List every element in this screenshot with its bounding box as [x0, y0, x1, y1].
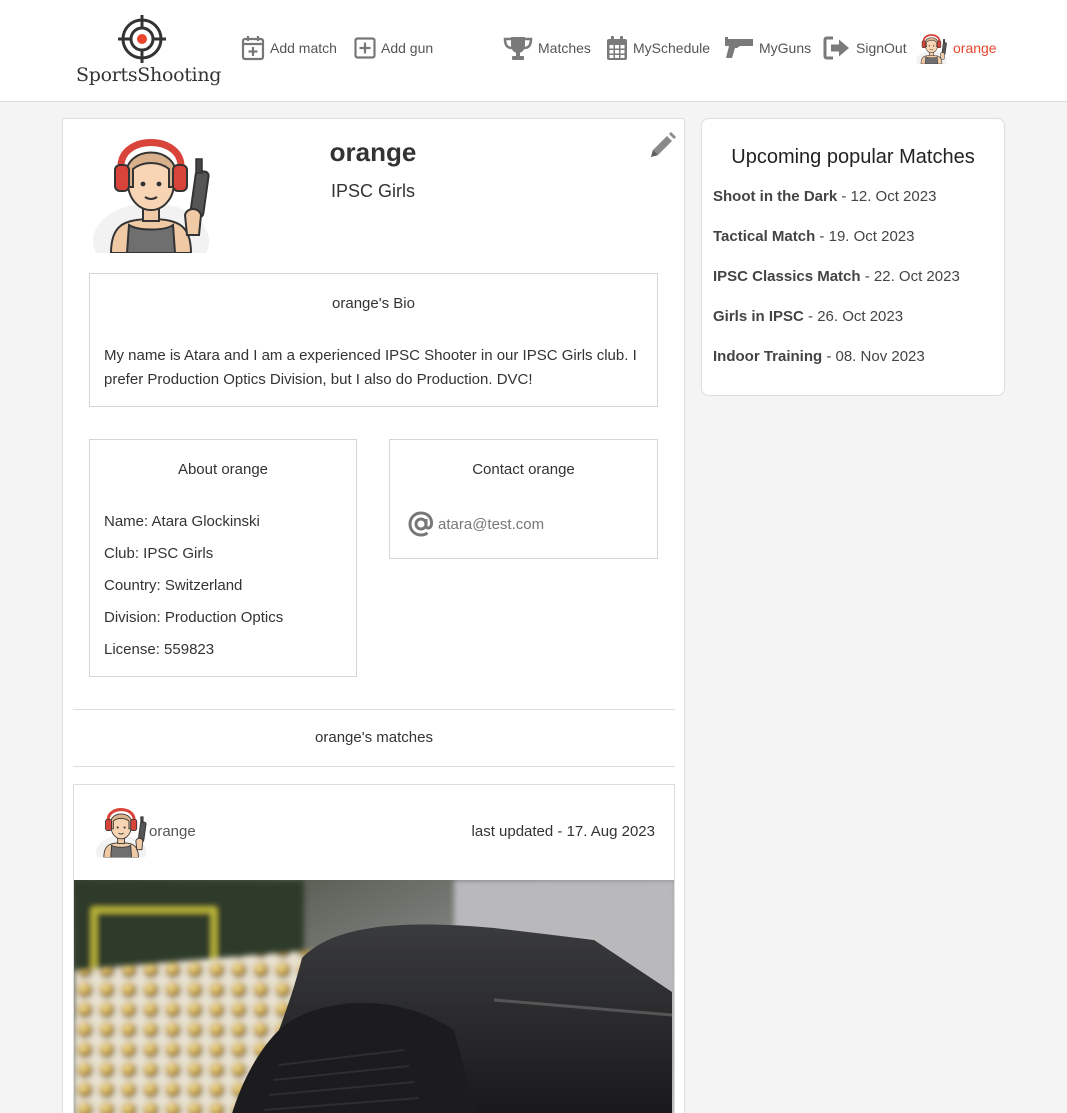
contact-title: Contact orange	[472, 461, 575, 478]
about-country: Country: Switzerland	[104, 577, 243, 594]
upcoming-match-name: Indoor Training	[713, 348, 823, 365]
about-license: License: 559823	[104, 641, 215, 658]
upcoming-matches-card: Upcoming popular Matches Shoot in the Da…	[701, 118, 1005, 396]
upcoming-match-date: - 08. Nov 2023	[822, 348, 925, 365]
upcoming-match-item[interactable]: Indoor Training - 08. Nov 2023	[713, 348, 925, 365]
edit-profile-button[interactable]	[647, 131, 677, 161]
upcoming-match-date: - 19. Oct 2023	[815, 228, 915, 245]
upcoming-match-date: - 26. Oct 2023	[803, 308, 904, 325]
avatar	[916, 32, 948, 64]
contact-email-link[interactable]: atara@test.com	[408, 511, 544, 537]
nav-matches[interactable]: Matches	[503, 32, 591, 64]
upcoming-match-name: Shoot in the Dark	[713, 188, 838, 205]
nav-user-profile[interactable]: orange	[916, 32, 997, 64]
upcoming-title: Upcoming popular Matches	[731, 146, 975, 168]
brand-logo[interactable]: SportsShooting	[76, 14, 222, 90]
crosshair-logo-icon	[118, 15, 166, 63]
avatar	[96, 804, 148, 858]
calendar-plus-icon	[241, 36, 265, 61]
upcoming-match-name: Tactical Match	[713, 228, 816, 245]
upcoming-match-name: Girls in IPSC	[713, 308, 804, 325]
nav-guns-label: MyGuns	[759, 40, 812, 56]
upcoming-match-item[interactable]: Shoot in the Dark - 12. Oct 2023	[713, 188, 936, 205]
matches-section-title: orange's matches	[315, 729, 433, 746]
plus-square-icon	[354, 37, 376, 59]
matches-section-header: orange's matches	[73, 709, 675, 767]
upcoming-match-item[interactable]: Tactical Match - 19. Oct 2023	[713, 228, 915, 245]
contact-box: Contact orange atara@test.com	[389, 439, 658, 559]
calendar-icon	[607, 36, 627, 60]
profile-name: orange	[329, 137, 417, 167]
top-navbar: SportsShooting Add match Add gun Matches…	[0, 0, 1067, 102]
profile-club: IPSC Girls	[330, 181, 415, 201]
pistol-icon	[725, 37, 753, 58]
upcoming-match-item[interactable]: Girls in IPSC - 26. Oct 2023	[713, 308, 903, 325]
nav-schedule[interactable]: MySchedule	[606, 32, 710, 64]
trophy-icon	[503, 37, 533, 60]
bio-text: My name is Atara and I am a experienced …	[104, 347, 637, 388]
nav-add-match[interactable]: Add match	[241, 32, 337, 64]
contact-email-text: atara@test.com	[438, 515, 545, 533]
avatar	[93, 131, 213, 253]
about-box: About orange Name: Atara Glockinski Club…	[89, 439, 357, 677]
nav-add-gun[interactable]: Add gun	[354, 32, 433, 64]
upcoming-match-date: - 12. Oct 2023	[837, 188, 937, 205]
about-title: About orange	[177, 461, 269, 478]
profile-card: orange IPSC Girls orange's Bio My name i…	[62, 118, 685, 1113]
nav-guns[interactable]: MyGuns	[724, 32, 811, 64]
bio-title: orange's Bio	[332, 295, 415, 312]
nav-schedule-label: MySchedule	[633, 40, 711, 56]
match-post-card[interactable]: orange last updated - 17. Aug 2023	[73, 784, 675, 1113]
upcoming-match-name: IPSC Classics Match	[713, 268, 861, 285]
upcoming-match-date: - 22. Oct 2023	[860, 268, 960, 285]
nav-user-label: orange	[953, 40, 997, 56]
pencil-icon	[651, 132, 676, 157]
post-updated-date: last updated - 17. Aug 2023	[471, 823, 655, 840]
upcoming-match-item[interactable]: IPSC Classics Match - 22. Oct 2023	[713, 268, 960, 285]
bio-box: orange's Bio My name is Atara and I am a…	[89, 273, 658, 407]
post-username[interactable]: orange	[149, 823, 196, 840]
about-division: Division: Production Optics	[104, 609, 284, 626]
at-sign-icon	[408, 511, 434, 537]
nav-signout[interactable]: SignOut	[823, 32, 907, 64]
match-photo	[74, 880, 674, 1113]
about-name: Name: Atara Glockinski	[104, 513, 260, 530]
sign-out-icon	[823, 36, 849, 60]
nav-signout-label: SignOut	[856, 40, 907, 56]
nav-matches-label: Matches	[538, 40, 591, 56]
nav-add-gun-label: Add gun	[381, 40, 434, 56]
nav-add-match-label: Add match	[270, 40, 337, 56]
brand-name: SportsShooting	[76, 64, 222, 86]
about-club: Club: IPSC Girls	[104, 545, 214, 562]
